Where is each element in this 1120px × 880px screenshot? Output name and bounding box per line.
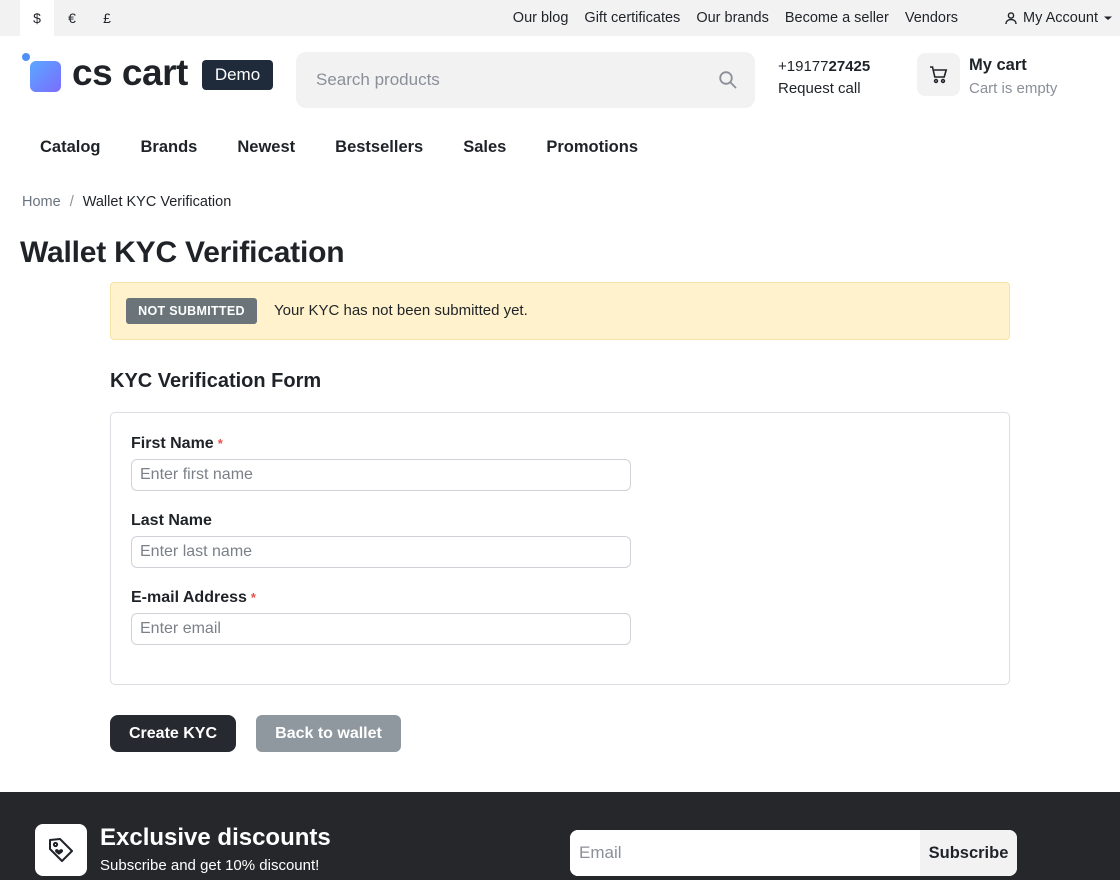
chevron-down-icon xyxy=(1104,16,1112,20)
my-account-label: My Account xyxy=(1023,10,1098,26)
nav-item-brands[interactable]: Brands xyxy=(121,128,218,168)
discount-tag-icon xyxy=(49,838,73,862)
email-label: E-mail Address * xyxy=(131,589,256,607)
search-input[interactable] xyxy=(316,52,706,108)
search-icon[interactable] xyxy=(717,69,739,91)
breadcrumb-current: Wallet KYC Verification xyxy=(82,194,232,210)
currency-usd[interactable]: $ xyxy=(20,0,54,36)
cart-button[interactable] xyxy=(917,53,960,96)
user-icon xyxy=(1005,12,1017,25)
required-marker: * xyxy=(250,590,256,605)
link-vendors[interactable]: Vendors xyxy=(905,10,958,26)
site-logo[interactable]: cs cart Demo xyxy=(21,52,281,96)
kyc-form: First Name* Last Name E-mail Address* xyxy=(110,412,1010,685)
link-our-brands[interactable]: Our brands xyxy=(696,10,769,26)
breadcrumb-separator: / xyxy=(69,194,74,210)
back-to-wallet-button[interactable]: Back to wallet xyxy=(256,715,401,752)
promo-title: Exclusive discounts xyxy=(100,824,331,851)
email-label-text: E-mail Address xyxy=(131,589,247,606)
newsletter-email-input[interactable] xyxy=(570,830,920,876)
phone-prefix: +19177 xyxy=(778,58,829,75)
page-title: Wallet KYC Verification xyxy=(20,236,345,269)
breadcrumb: Home / Wallet KYC Verification xyxy=(22,194,231,210)
first-name-field[interactable] xyxy=(131,459,631,491)
cart-title[interactable]: My cart xyxy=(969,56,1027,75)
first-name-label-text: First Name xyxy=(131,435,214,452)
currency-gbp[interactable]: £ xyxy=(90,0,124,36)
cart-status: Cart is empty xyxy=(969,80,1058,97)
nav-item-catalog[interactable]: Catalog xyxy=(20,128,121,168)
alert-message: Your KYC has not been submitted yet. xyxy=(274,302,528,319)
form-title: KYC Verification Form xyxy=(110,370,322,392)
nav-item-promotions[interactable]: Promotions xyxy=(526,128,658,168)
subscribe-form: Subscribe xyxy=(570,830,1017,876)
top-links: Our blog Gift certificates Our brands Be… xyxy=(497,0,1120,36)
link-gift-certificates[interactable]: Gift certificates xyxy=(584,10,680,26)
link-our-blog[interactable]: Our blog xyxy=(513,10,569,26)
currency-eur[interactable]: € xyxy=(55,0,89,36)
breadcrumb-home[interactable]: Home xyxy=(22,194,61,210)
logo-text: cs cart xyxy=(72,52,188,93)
search-bar xyxy=(296,52,755,108)
subscribe-button[interactable]: Subscribe xyxy=(920,830,1017,876)
demo-badge: Demo xyxy=(202,60,273,90)
last-name-label: Last Name xyxy=(131,512,212,529)
kyc-status-alert: NOT SUBMITTED Your KYC has not been subm… xyxy=(110,282,1010,340)
my-account-menu[interactable]: My Account xyxy=(1004,10,1120,26)
logo-mark-icon xyxy=(22,53,61,92)
last-name-field[interactable] xyxy=(131,536,631,568)
create-kyc-button[interactable]: Create KYC xyxy=(110,715,236,752)
footer-newsletter: Exclusive discounts Subscribe and get 10… xyxy=(0,792,1120,880)
nav-item-sales[interactable]: Sales xyxy=(443,128,526,168)
phone-suffix: 27425 xyxy=(828,58,871,75)
top-bar: $ € £ Our blog Gift certificates Our bra… xyxy=(0,0,1120,36)
nav-item-newest[interactable]: Newest xyxy=(217,128,315,168)
phone-number[interactable]: +1917727425 xyxy=(778,58,870,75)
link-become-seller[interactable]: Become a seller xyxy=(785,10,889,26)
status-badge: NOT SUBMITTED xyxy=(126,298,257,324)
promo-subtitle: Subscribe and get 10% discount! xyxy=(100,857,320,874)
first-name-label: First Name * xyxy=(131,435,223,453)
main-nav: Catalog Brands Newest Bestsellers Sales … xyxy=(20,128,658,168)
email-field[interactable] xyxy=(131,613,631,645)
request-call-link[interactable]: Request call xyxy=(778,80,861,97)
required-marker: * xyxy=(217,436,223,451)
promo-icon-box xyxy=(35,824,87,876)
cart-icon xyxy=(930,66,948,84)
nav-item-bestsellers[interactable]: Bestsellers xyxy=(315,128,443,168)
